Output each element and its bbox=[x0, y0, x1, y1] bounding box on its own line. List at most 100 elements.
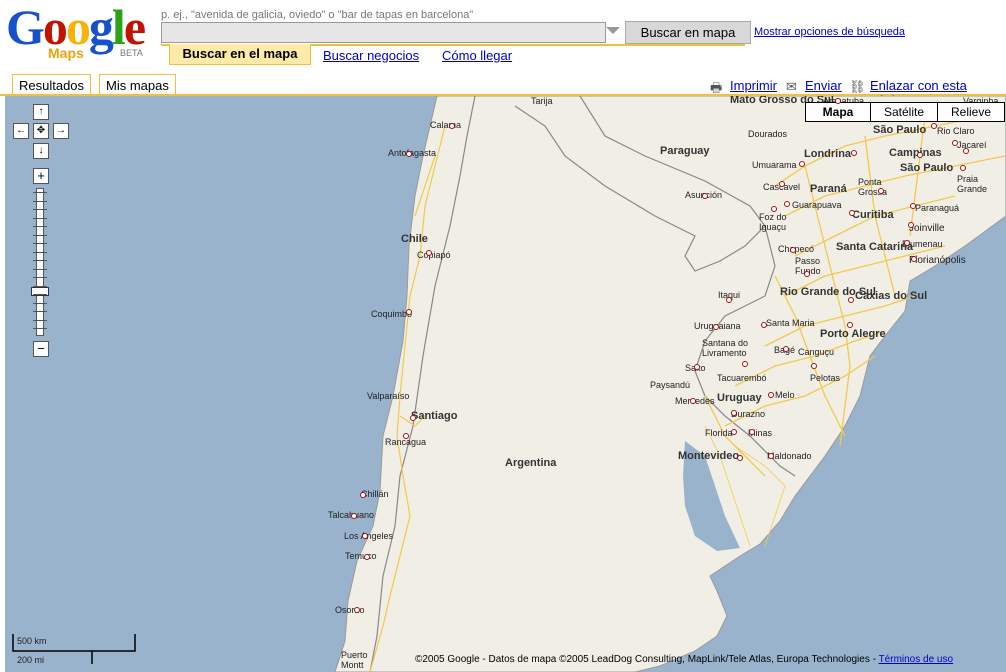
label-paysandu: Paysandú bbox=[650, 380, 691, 390]
label-melo: Melo bbox=[775, 390, 795, 400]
recenter-button[interactable]: ✥ bbox=[33, 123, 49, 139]
map-graphic bbox=[12, 96, 1006, 672]
copyright-text: ©2005 Google - Datos de mapa ©2005 LeadD… bbox=[415, 654, 879, 665]
city-marker bbox=[917, 152, 923, 158]
label-santa-maria: Santa Maria bbox=[766, 318, 815, 328]
zoom-slider-tick bbox=[33, 251, 47, 253]
label-copiapo: Copiapó bbox=[417, 250, 451, 260]
send-link[interactable]: Enviar bbox=[805, 78, 842, 93]
map-type-satellite-button[interactable]: Satélite bbox=[870, 102, 938, 122]
map-type-map-button[interactable]: Mapa bbox=[805, 102, 871, 122]
print-link[interactable]: Imprimir bbox=[730, 78, 777, 93]
label-guarapuava: Guarapuava bbox=[792, 200, 842, 210]
label-florianopolis: Florianópolis bbox=[909, 255, 966, 266]
city-marker bbox=[779, 181, 785, 187]
label-porto-alegre: Porto Alegre bbox=[820, 328, 886, 340]
zoom-slider-tick bbox=[33, 294, 47, 295]
zoom-in-button[interactable]: + bbox=[33, 168, 49, 184]
label-antofagasta: Antofagasta bbox=[388, 148, 437, 158]
search-hint: p. ej., "avenida de galicia, oviedo" o "… bbox=[161, 9, 474, 21]
beta-label: BETA bbox=[120, 48, 143, 58]
city-marker bbox=[848, 297, 854, 303]
zoom-out-button[interactable]: − bbox=[33, 341, 49, 357]
city-marker bbox=[354, 607, 360, 613]
envelope-icon[interactable]: ✉ bbox=[786, 79, 797, 95]
label-pelotas: Pelotas bbox=[810, 373, 841, 383]
label-parana: Paraná bbox=[810, 183, 847, 195]
map-type-relief-button[interactable]: Relieve bbox=[937, 102, 1005, 122]
city-marker bbox=[731, 429, 737, 435]
zoom-slider-tick bbox=[33, 243, 47, 244]
tab-directions[interactable]: Cómo llegar bbox=[442, 48, 512, 63]
label-passo-fundo: Passo Fundo bbox=[795, 256, 821, 276]
city-marker bbox=[783, 346, 789, 352]
label-foz-do-iguacu: Foz do Iguaçu bbox=[759, 212, 787, 232]
label-uruguay: Uruguay bbox=[717, 392, 762, 404]
maps-label: Maps bbox=[48, 45, 84, 61]
search-options-link[interactable]: Mostrar opciones de búsqueda bbox=[754, 26, 905, 38]
label-santiago: Santiago bbox=[411, 410, 458, 422]
tab-search-business[interactable]: Buscar negocios bbox=[323, 48, 419, 63]
scale-mi-label: 200 mi bbox=[17, 655, 45, 665]
city-marker bbox=[362, 533, 368, 539]
zoom-slider-tick bbox=[33, 192, 47, 193]
search-history-dropdown-icon[interactable] bbox=[606, 27, 620, 34]
label-mato-grosso-do-sul: Mato Grosso do Sul bbox=[730, 96, 834, 106]
label-campinas: Campinas bbox=[889, 147, 942, 159]
label-tacuarembo: Tacuarembó bbox=[717, 373, 767, 383]
label-argentina: Argentina bbox=[505, 457, 557, 469]
city-marker bbox=[784, 201, 790, 207]
pan-left-button[interactable]: ← bbox=[13, 123, 29, 139]
city-marker bbox=[963, 148, 969, 154]
label-dourados: Dourados bbox=[748, 129, 788, 139]
zoom-slider-track[interactable] bbox=[36, 188, 44, 336]
tab-search-map[interactable]: Buscar en el mapa bbox=[169, 44, 311, 65]
zoom-slider-tick bbox=[33, 319, 47, 321]
city-marker bbox=[847, 322, 853, 328]
label-tarija: Tarija bbox=[531, 96, 553, 106]
city-marker bbox=[768, 392, 774, 398]
google-maps-logo[interactable]: Google Maps BETA bbox=[6, 2, 156, 64]
map-canvas[interactable]: Chile Paraguay Argentina Uruguay Rio Gra… bbox=[5, 96, 1006, 672]
search-map-button[interactable]: Buscar en mapa bbox=[625, 21, 751, 44]
label-calama: Calama bbox=[430, 120, 462, 130]
label-paraguay: Paraguay bbox=[660, 145, 710, 157]
city-marker bbox=[799, 161, 805, 167]
city-marker bbox=[742, 361, 748, 367]
label-sao-paulo-city: São Paulo bbox=[900, 162, 954, 174]
zoom-slider-tick bbox=[33, 311, 47, 312]
city-marker bbox=[726, 297, 732, 303]
label-chile: Chile bbox=[401, 233, 428, 245]
zoom-slider-tick bbox=[33, 285, 47, 287]
city-marker bbox=[910, 203, 916, 209]
pan-right-button[interactable]: → bbox=[53, 123, 69, 139]
pan-down-button[interactable]: ↓ bbox=[33, 143, 49, 159]
label-ponta-grossa: Ponta Grossa bbox=[858, 177, 888, 197]
label-puerto-montt: Puerto Montt bbox=[341, 650, 368, 670]
chain-link-icon[interactable]: ⛓ bbox=[849, 79, 866, 95]
search-input[interactable] bbox=[161, 22, 606, 43]
label-rio-grande-do-sul: Rio Grande do Sul bbox=[780, 286, 876, 298]
city-marker bbox=[835, 98, 841, 104]
city-marker bbox=[878, 188, 884, 194]
city-marker bbox=[702, 193, 708, 199]
city-marker bbox=[351, 513, 357, 519]
label-joinville: Joinville bbox=[909, 223, 945, 234]
terms-of-use-link[interactable]: Términos de uso bbox=[879, 654, 953, 665]
tab-my-maps[interactable]: Mis mapas bbox=[99, 74, 176, 95]
city-marker bbox=[908, 222, 914, 228]
tab-results[interactable]: Resultados bbox=[12, 74, 92, 95]
label-umuarama: Umuarama bbox=[752, 160, 797, 170]
city-marker bbox=[851, 150, 857, 156]
label-londrina: Londrina bbox=[804, 148, 852, 160]
label-rio-claro: Rio Claro bbox=[937, 126, 975, 136]
city-marker bbox=[406, 151, 412, 157]
label-paranagua: Paranaguá bbox=[915, 203, 960, 213]
label-jacarei: Jacareí bbox=[957, 140, 987, 150]
city-marker bbox=[694, 364, 700, 370]
zoom-slider-tick bbox=[33, 234, 47, 236]
scale-km-label: 500 km bbox=[17, 636, 47, 646]
city-marker bbox=[737, 455, 743, 461]
city-marker bbox=[426, 250, 432, 256]
pan-up-button[interactable]: ↑ bbox=[33, 104, 49, 120]
